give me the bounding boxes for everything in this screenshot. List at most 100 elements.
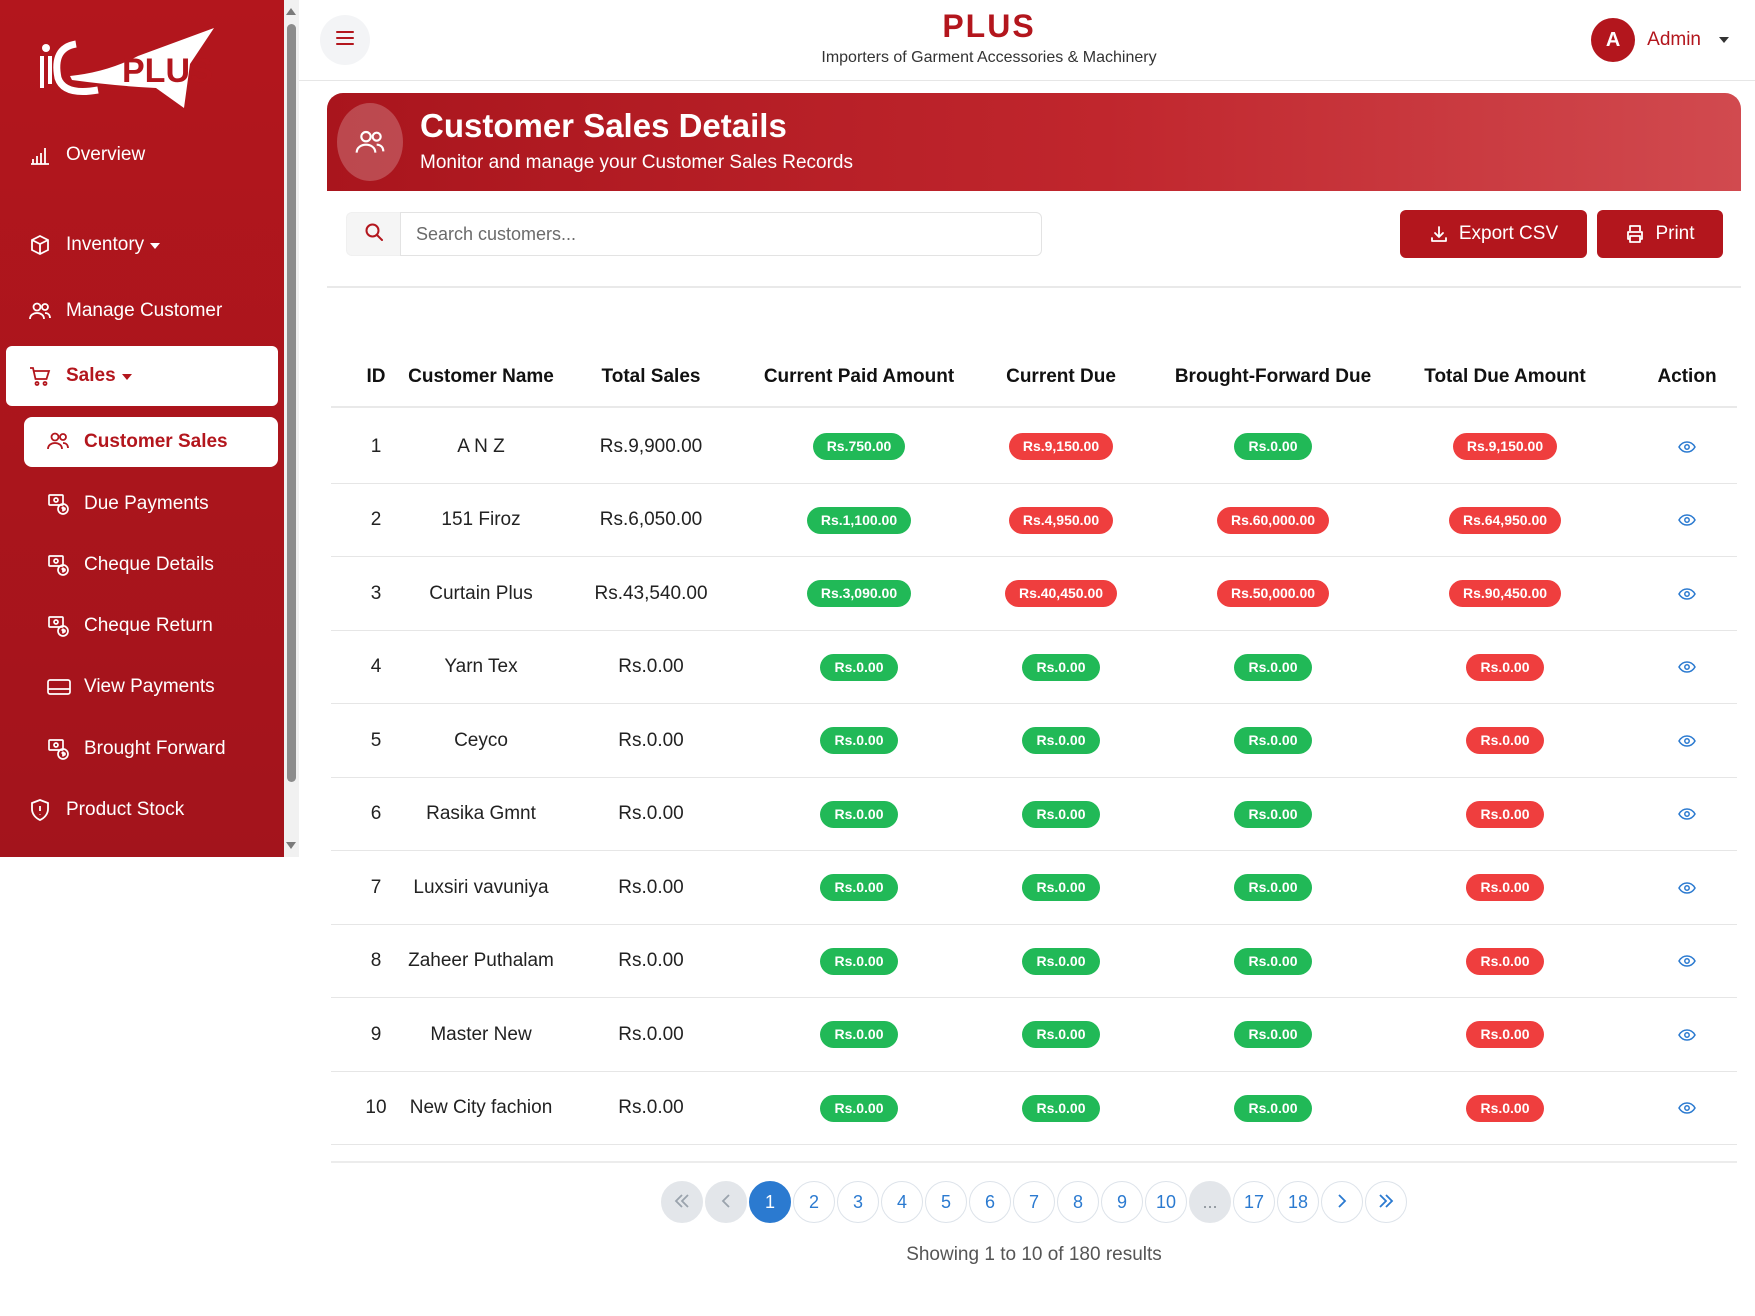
table-row: 7 Luxsiri vavuniya Rs.0.00 Rs.0.00 Rs.0.00 Rs… [331, 851, 1737, 925]
shield-icon [28, 798, 52, 822]
search-bar [346, 212, 1042, 256]
cell-current-paid: Rs.0.00 [749, 631, 969, 704]
cell-brought-forward-due: Rs.0.00 [1153, 998, 1393, 1071]
eye-icon[interactable] [1678, 514, 1696, 526]
first-page-button[interactable] [661, 1181, 703, 1223]
user-menu[interactable]: A Admin [1591, 18, 1729, 62]
column-header-current-due[interactable]: Current Due [971, 345, 1151, 408]
cell-brought-forward-due: Rs.0.00 [1153, 851, 1393, 924]
eye-icon[interactable] [1678, 440, 1696, 453]
printer-icon [1625, 224, 1645, 244]
table-row: 9 Master New Rs.0.00 Rs.0.00 Rs.0.00 Rs.0.00 R… [331, 998, 1737, 1072]
page-subtitle: Monitor and manage your Customer Sales R… [420, 152, 853, 173]
page-button-10[interactable]: 10 [1145, 1181, 1187, 1223]
sidebar-item-manage-customer[interactable]: Manage Customer [0, 284, 284, 338]
bar-chart-icon [28, 143, 52, 167]
export-csv-button[interactable]: Export CSV [1400, 210, 1587, 258]
plus-logo[interactable]: PLUS [38, 26, 248, 124]
column-header-current-paid[interactable]: Current Paid Amount [749, 345, 969, 408]
amount-badge: Rs.0.00 [1022, 800, 1100, 828]
users-icon [46, 429, 72, 455]
page-button-17[interactable]: 17 [1233, 1181, 1275, 1223]
cell-total-due: Rs.0.00 [1395, 704, 1615, 777]
page-button-7[interactable]: 7 [1013, 1181, 1055, 1223]
last-page-button[interactable] [1365, 1181, 1407, 1223]
amount-badge: Rs.0.00 [1466, 874, 1544, 901]
scroll-down-icon[interactable] [286, 842, 296, 849]
page-button-6[interactable]: 6 [969, 1181, 1011, 1223]
cell-brought-forward-due: Rs.0.00 [1153, 704, 1393, 777]
sidebar-subitem-due-payments[interactable]: Due Payments [24, 479, 278, 529]
search-input[interactable] [400, 212, 1042, 256]
amount-badge: Rs.0.00 [1234, 800, 1312, 828]
cell-action [1637, 557, 1737, 630]
sidebar-subitem-brought-forward[interactable]: Brought Forward [24, 724, 278, 774]
column-header-brought-forward-due[interactable]: Brought-Forward Due [1153, 345, 1393, 408]
page-button-8[interactable]: 8 [1057, 1181, 1099, 1223]
table-row: 10 New City fachion Rs.0.00 Rs.0.00 Rs.0.00 R… [331, 1072, 1737, 1145]
page-button-2[interactable]: 2 [793, 1181, 835, 1223]
cell-action [1637, 851, 1737, 924]
page-button-18[interactable]: 18 [1277, 1181, 1319, 1223]
sidebar-subitem-customer-sales[interactable]: Customer Sales [24, 417, 278, 467]
page-button-4[interactable]: 4 [881, 1181, 923, 1223]
search-button[interactable] [346, 212, 400, 256]
page-banner: Customer Sales Details Monitor and manag… [327, 93, 1741, 191]
cell-total-sales: Rs.0.00 [618, 1023, 684, 1045]
chevron-left-icon [721, 1192, 731, 1213]
cell-current-due: Rs.40,450.00 [971, 557, 1151, 630]
next-page-button[interactable] [1321, 1181, 1363, 1223]
amount-badge: Rs.40,450.00 [1004, 580, 1118, 607]
scroll-up-icon[interactable] [286, 8, 296, 15]
sidebar-item-label: Product Stock [66, 799, 185, 820]
eye-icon[interactable] [1678, 881, 1696, 894]
cell-total-due: Rs.0.00 [1395, 1072, 1615, 1145]
chevron-right-icon [1337, 1192, 1347, 1213]
amount-badge: Rs.750.00 [812, 433, 906, 460]
print-button[interactable]: Print [1597, 210, 1723, 258]
page-button-3[interactable]: 3 [837, 1181, 879, 1223]
eye-icon[interactable] [1678, 1028, 1696, 1041]
sidebar-item-label: Inventory [66, 234, 145, 255]
page-button-5[interactable]: 5 [925, 1181, 967, 1223]
sidebar-subitem-cheque-return[interactable]: Cheque Return [24, 601, 278, 651]
amount-badge: Rs.0.00 [1466, 653, 1544, 681]
eye-icon[interactable] [1678, 587, 1696, 600]
pagination: 1 2 3 4 5 6 7 8 9 10 ... 17 18 [661, 1181, 1409, 1223]
cell-total-due: Rs.0.00 [1395, 925, 1615, 998]
sidebar-item-product-stock[interactable]: Product Stock [0, 783, 284, 837]
eye-icon[interactable] [1678, 661, 1696, 673]
cell-brought-forward-due: Rs.0.00 [1153, 925, 1393, 998]
sidebar-item-sales[interactable]: Sales [6, 346, 278, 406]
sidebar-subitem-label: Due Payments [84, 493, 209, 514]
prev-page-button[interactable] [705, 1181, 747, 1223]
amount-badge: Rs.0.00 [1466, 947, 1544, 975]
cell-customer-name: Yarn Tex [444, 656, 518, 677]
cell-current-paid: Rs.3,090.00 [749, 557, 969, 630]
cell-current-due: Rs.0.00 [971, 704, 1151, 777]
sidebar-item-inventory[interactable]: Inventory [0, 218, 284, 272]
cell-brought-forward-due: Rs.0.00 [1153, 631, 1393, 704]
eye-icon[interactable] [1678, 734, 1696, 747]
page-button-9[interactable]: 9 [1101, 1181, 1143, 1223]
column-header-customer-name[interactable]: Customer Name [397, 345, 565, 408]
amount-badge: Rs.64,950.00 [1448, 506, 1562, 534]
money-icon [46, 552, 72, 578]
column-header-total-due[interactable]: Total Due Amount [1395, 345, 1615, 408]
eye-icon[interactable] [1678, 955, 1696, 967]
amount-badge: Rs.4,950.00 [1008, 506, 1114, 534]
brand-title: PLUS [942, 8, 1036, 44]
sidebar: PLUS Overview Inventory Manage Customer … [0, 0, 284, 857]
sidebar-subitem-label: View Payments [84, 676, 215, 697]
sidebar-subitem-view-payments[interactable]: View Payments [24, 662, 278, 712]
sidebar-subitem-cheque-details[interactable]: Cheque Details [24, 540, 278, 590]
column-header-total-sales[interactable]: Total Sales [571, 345, 731, 408]
cell-current-due: Rs.0.00 [971, 1072, 1151, 1145]
sidebar-scrollbar[interactable] [284, 0, 299, 857]
page-button-1[interactable]: 1 [749, 1181, 791, 1223]
eye-icon[interactable] [1678, 808, 1696, 820]
box-icon [28, 233, 52, 257]
eye-icon[interactable] [1678, 1102, 1696, 1114]
sidebar-item-overview[interactable]: Overview [0, 128, 284, 182]
scroll-thumb[interactable] [287, 24, 296, 782]
